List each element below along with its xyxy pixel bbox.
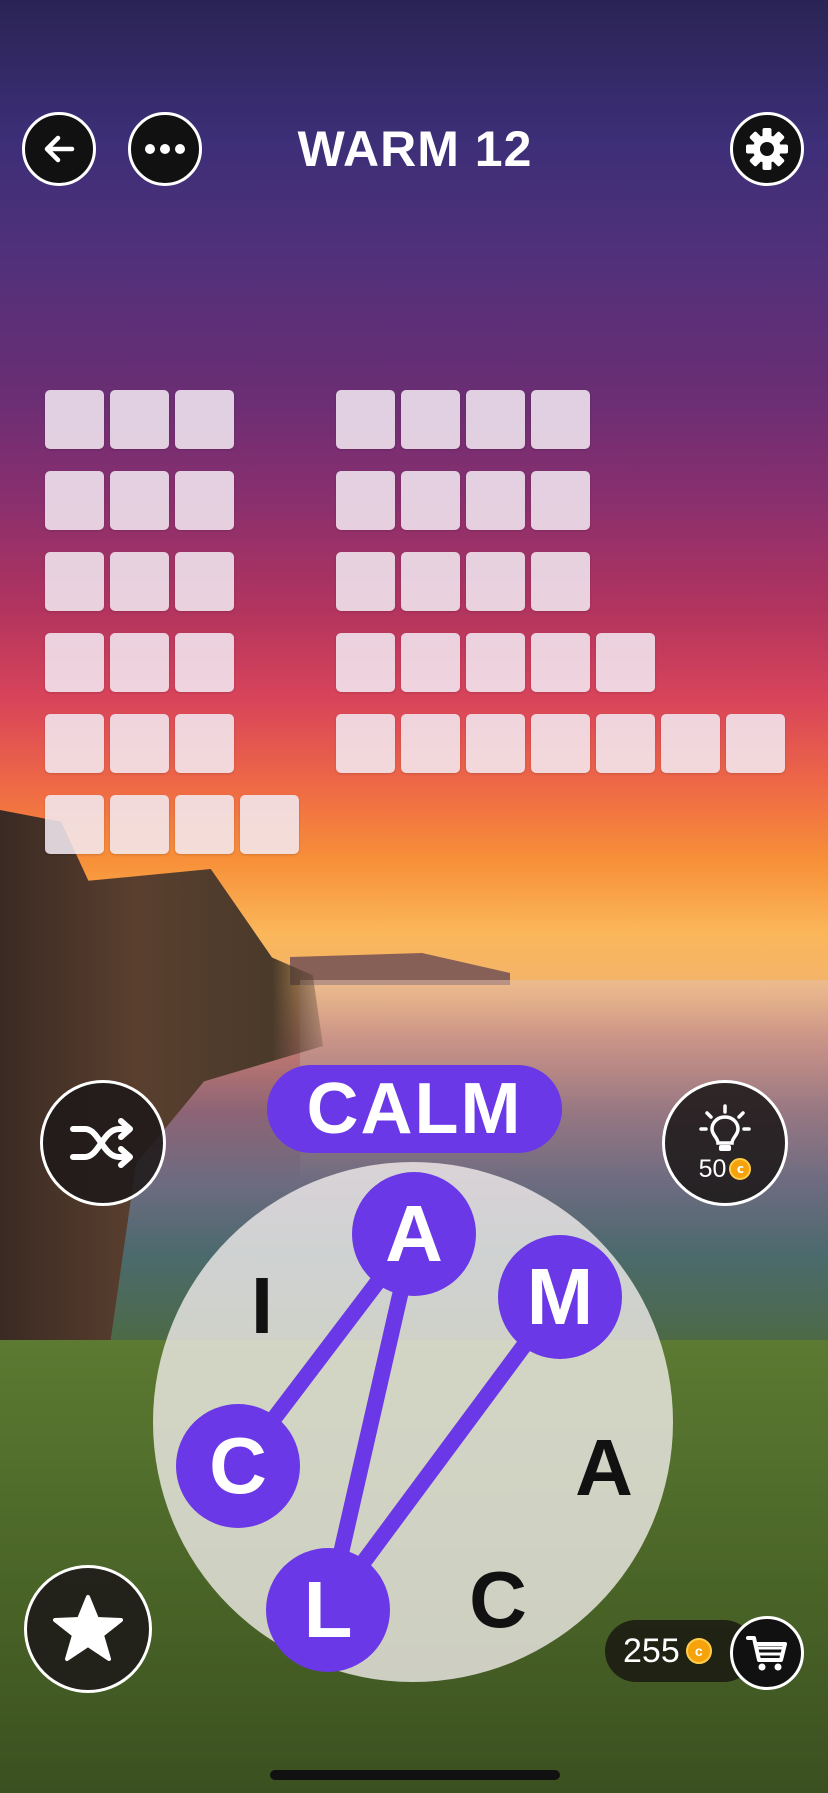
wheel-letter-c[interactable]: C — [178, 1406, 298, 1526]
coin-count: 255 — [623, 1631, 680, 1670]
wheel-letter-l[interactable]: L — [268, 1550, 388, 1670]
shop-button[interactable] — [730, 1616, 804, 1690]
star-icon — [53, 1595, 123, 1661]
selection-path — [230, 1226, 568, 1618]
favorites-button[interactable] — [24, 1565, 152, 1693]
wheel-letter-a[interactable]: A — [354, 1174, 474, 1294]
coin-icon: c — [685, 1638, 712, 1664]
wheel-letter-m[interactable]: M — [500, 1237, 620, 1357]
wheel-letter-a[interactable]: A — [544, 1408, 664, 1528]
home-indicator — [270, 1770, 560, 1780]
cart-icon — [746, 1636, 787, 1671]
wheel-letter-i[interactable]: I — [202, 1246, 322, 1366]
wheel-letter-c[interactable]: C — [438, 1540, 558, 1660]
